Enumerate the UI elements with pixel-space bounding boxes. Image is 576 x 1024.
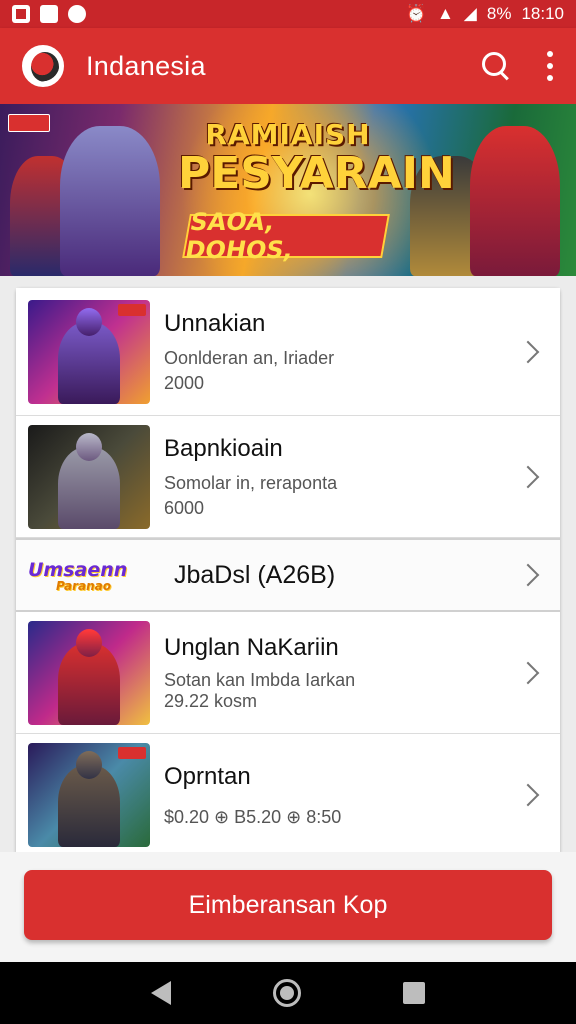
banner-hero-far-right <box>470 126 560 276</box>
wifi-icon: ▲ <box>436 4 454 23</box>
primary-action-button[interactable]: Eimberansan Kop <box>24 870 552 940</box>
game-thumbnail <box>28 299 150 404</box>
banner-title: RAMIAISH PESYARAIN <box>178 118 455 199</box>
item-title: Oprntan <box>164 762 251 790</box>
signal-icon: ◢ <box>463 4 477 23</box>
game-thumbnail <box>28 424 150 529</box>
list-item[interactable]: Umsaenn Paranao JbaDsl (A26B) <box>16 538 560 612</box>
item-title: JbaDsl (A26B) <box>174 560 336 589</box>
settings-notification-icon <box>68 5 86 23</box>
banner-ribbon: SAOA, DOHOS, <box>182 208 390 264</box>
game-logo: Umsaenn Paranao <box>28 559 128 593</box>
app-logo[interactable] <box>22 45 64 87</box>
more-vert-icon[interactable] <box>546 51 554 81</box>
app-notification-icon <box>40 5 58 23</box>
search-icon[interactable] <box>480 50 512 82</box>
item-number: 29.22 kosm <box>164 690 258 711</box>
chevron-right-icon <box>516 563 540 587</box>
item-title: Bapnkioain <box>164 434 283 462</box>
system-nav-bar <box>0 962 576 1024</box>
item-subtitle: Sotan kan Imbda Iarkan <box>164 669 356 690</box>
chevron-right-icon <box>516 465 540 488</box>
item-subtitle: Somolar in, reraponta <box>164 472 338 493</box>
cta-area: Eimberansan Kop <box>0 852 576 962</box>
list-item[interactable]: Bapnkioain Somolar in, reraponta 6000 <box>16 416 560 538</box>
item-number: 2000 <box>164 372 205 393</box>
game-list: Unnakian Oonlderan an, Iriader 2000 Bapn… <box>16 288 560 856</box>
app-bar: Indanesia <box>0 28 576 104</box>
item-title: Unnakian <box>164 309 266 337</box>
game-thumbnail <box>28 620 150 725</box>
chevron-right-icon <box>516 340 540 363</box>
recent-apps-icon[interactable] <box>403 982 425 1004</box>
notification-icon <box>12 5 30 23</box>
item-subtitle: $0.20 ⊕ B5.20 ⊕ 8:50 <box>164 806 342 827</box>
list-item[interactable]: Oprntan $0.20 ⊕ B5.20 ⊕ 8:50 <box>16 734 560 856</box>
banner-hero-center-left <box>60 126 160 276</box>
promo-banner[interactable]: RAMIAISH PESYARAIN SAOA, DOHOS, <box>0 104 576 276</box>
chevron-right-icon <box>516 661 540 684</box>
banner-badge <box>8 114 50 132</box>
list-item[interactable]: Unnakian Oonlderan an, Iriader 2000 <box>16 288 560 416</box>
clock: 18:10 <box>521 4 564 23</box>
item-title: Unglan NaKariin <box>164 633 339 661</box>
alarm-icon: ⏰ <box>405 4 427 23</box>
battery-level: 8% <box>486 4 512 23</box>
item-subtitle: Oonlderan an, Iriader <box>164 347 335 368</box>
home-icon[interactable] <box>273 979 301 1007</box>
list-item[interactable]: Unglan NaKariin Sotan kan Imbda Iarkan 2… <box>16 612 560 734</box>
app-title: Indanesia <box>86 50 206 81</box>
chevron-right-icon <box>516 783 540 807</box>
status-bar: ⏰ ▲ ◢ 8% 18:10 <box>0 0 576 28</box>
item-number: 6000 <box>164 497 205 518</box>
game-thumbnail <box>28 743 150 847</box>
back-icon[interactable] <box>151 981 171 1005</box>
